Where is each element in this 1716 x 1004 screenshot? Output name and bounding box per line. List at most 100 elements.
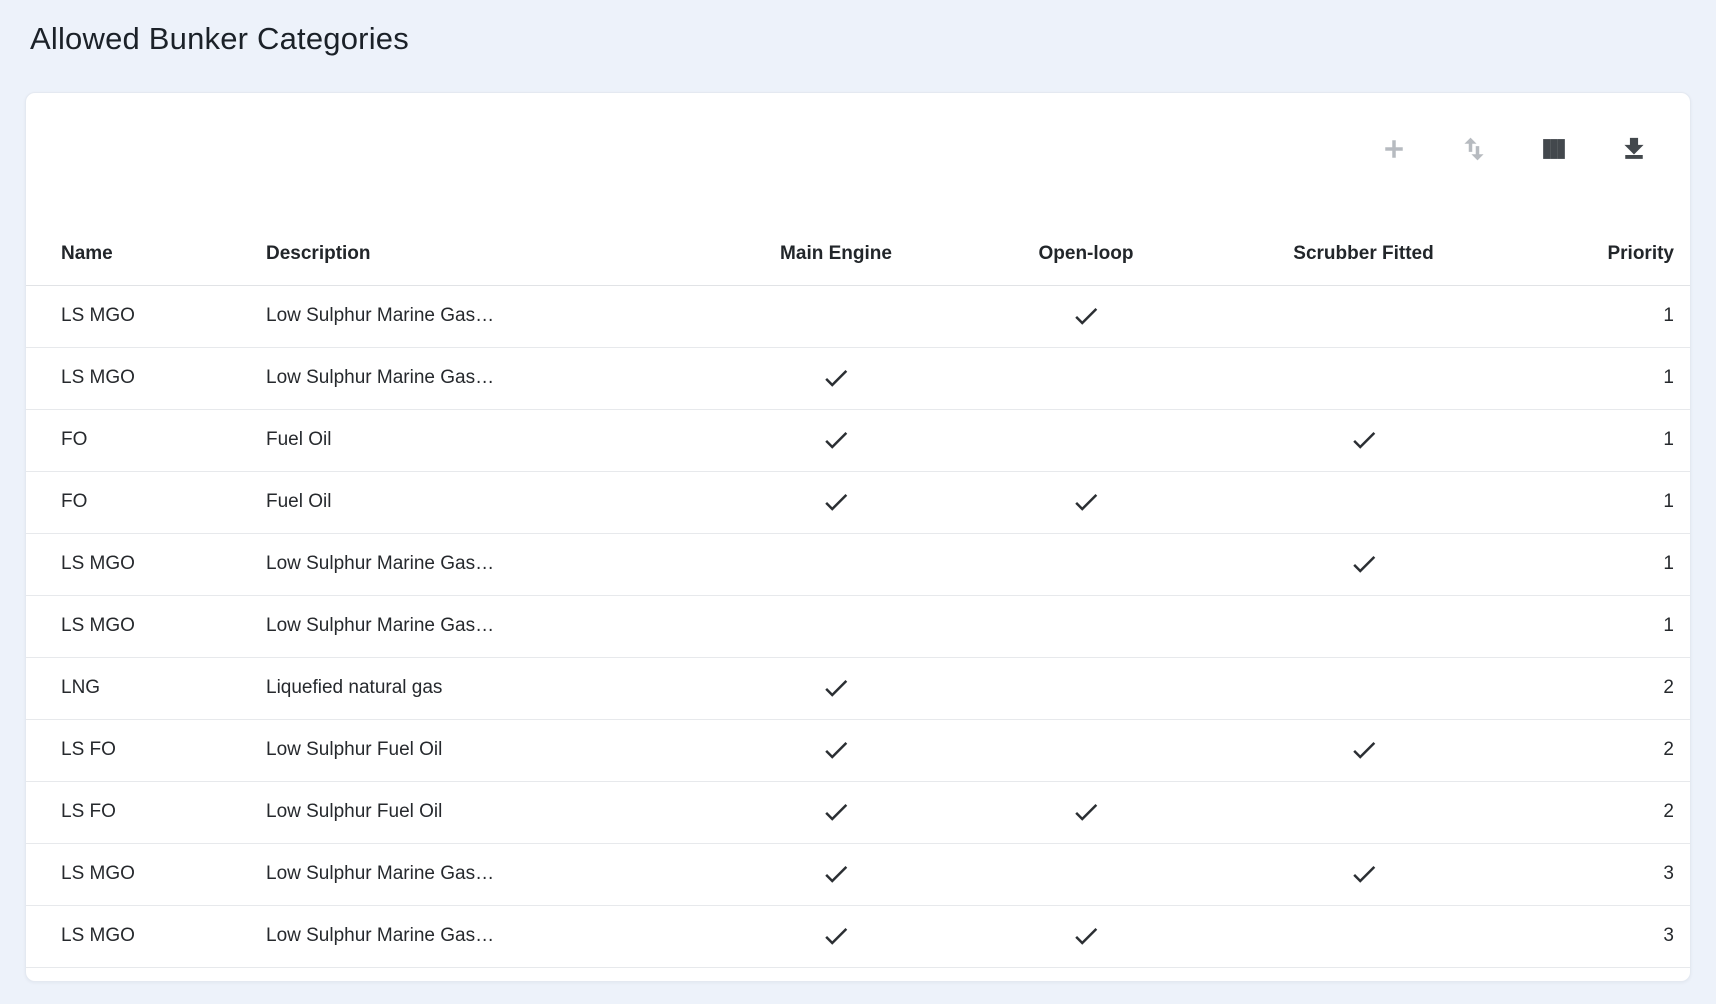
cell-open-loop[interactable] xyxy=(1001,595,1171,657)
table-row[interactable]: FO Fuel Oil 1 xyxy=(26,471,1690,533)
cell-description[interactable]: Low Sulphur Fuel Oil xyxy=(231,719,671,781)
cell-description[interactable]: Low Sulphur Marine Gas… xyxy=(231,595,671,657)
cell-priority[interactable]: 1 xyxy=(1556,595,1690,657)
download-button[interactable] xyxy=(1618,133,1650,165)
table-row[interactable]: LS MGO Low Sulphur Marine Gas… 3 xyxy=(26,905,1690,967)
cell-description[interactable]: Liquefied natural gas xyxy=(231,657,671,719)
cell-name[interactable]: FO xyxy=(26,471,231,533)
cell-scrubber-fitted[interactable] xyxy=(1171,843,1556,905)
cell-scrubber-fitted[interactable] xyxy=(1171,595,1556,657)
cell-open-loop[interactable] xyxy=(1001,905,1171,967)
cell-name[interactable]: LS FO xyxy=(26,781,231,843)
cell-open-loop[interactable] xyxy=(1001,285,1171,347)
cell-open-loop[interactable] xyxy=(1001,471,1171,533)
cell-priority[interactable]: 2 xyxy=(1556,719,1690,781)
cell-open-loop[interactable] xyxy=(1001,781,1171,843)
cell-description[interactable]: Fuel Oil xyxy=(231,471,671,533)
cell-description[interactable]: Low Sulphur Marine Gas… xyxy=(231,285,671,347)
cell-description[interactable]: Fuel Oil xyxy=(231,409,671,471)
cell-main-engine[interactable] xyxy=(671,905,1001,967)
view-columns-icon xyxy=(1540,135,1568,163)
cell-priority[interactable]: 1 xyxy=(1556,409,1690,471)
add-button[interactable] xyxy=(1378,133,1410,165)
cell-name[interactable]: LNG xyxy=(26,657,231,719)
check-icon xyxy=(821,673,851,703)
table-row[interactable]: LS MGO Low Sulphur Marine Gas… 1 xyxy=(26,285,1690,347)
cell-main-engine[interactable] xyxy=(671,781,1001,843)
cell-main-engine[interactable] xyxy=(671,471,1001,533)
cell-priority[interactable]: 1 xyxy=(1556,533,1690,595)
cell-main-engine[interactable] xyxy=(671,533,1001,595)
check-icon xyxy=(821,425,851,455)
cell-scrubber-fitted[interactable] xyxy=(1171,347,1556,409)
cell-scrubber-fitted[interactable] xyxy=(1171,905,1556,967)
cell-description[interactable]: Low Sulphur Marine Gas… xyxy=(231,905,671,967)
col-header-open-loop[interactable]: Open-loop xyxy=(1001,223,1171,285)
table-row[interactable]: FO Fuel Oil 1 xyxy=(26,409,1690,471)
cell-open-loop[interactable] xyxy=(1001,843,1171,905)
cell-scrubber-fitted[interactable] xyxy=(1171,285,1556,347)
cell-priority[interactable]: 2 xyxy=(1556,657,1690,719)
col-header-main-engine[interactable]: Main Engine xyxy=(671,223,1001,285)
cell-open-loop[interactable] xyxy=(1001,533,1171,595)
check-icon xyxy=(821,735,851,765)
cell-main-engine[interactable] xyxy=(671,719,1001,781)
cell-name[interactable]: LS MGO xyxy=(26,533,231,595)
cell-priority[interactable]: 3 xyxy=(1556,905,1690,967)
cell-name[interactable]: LS MGO xyxy=(26,595,231,657)
cell-name[interactable]: LS MGO xyxy=(26,843,231,905)
cell-description[interactable]: Low Sulphur Fuel Oil xyxy=(231,781,671,843)
table-row[interactable]: LS MGO Low Sulphur Marine Gas… 3 xyxy=(26,843,1690,905)
table-row[interactable]: LS MGO Low Sulphur Marine Gas… 1 xyxy=(26,595,1690,657)
cell-name[interactable]: LS MGO xyxy=(26,347,231,409)
cell-description[interactable]: Low Sulphur Marine Gas… xyxy=(231,347,671,409)
table-row[interactable]: LS MGO Low Sulphur Marine Gas… 1 xyxy=(26,533,1690,595)
cell-main-engine[interactable] xyxy=(671,595,1001,657)
cell-name[interactable]: LS MGO xyxy=(26,905,231,967)
cell-priority[interactable]: 2 xyxy=(1556,781,1690,843)
cell-scrubber-fitted[interactable] xyxy=(1171,781,1556,843)
columns-button[interactable] xyxy=(1538,133,1570,165)
col-header-priority[interactable]: Priority xyxy=(1556,223,1690,285)
col-header-scrubber-fitted[interactable]: Scrubber Fitted xyxy=(1171,223,1556,285)
check-icon xyxy=(1071,797,1101,827)
cell-scrubber-fitted[interactable] xyxy=(1171,533,1556,595)
cell-description[interactable]: Low Sulphur Marine Gas… xyxy=(231,843,671,905)
cell-main-engine[interactable] xyxy=(671,409,1001,471)
cell-description[interactable]: Low Sulphur Marine Gas… xyxy=(231,533,671,595)
cell-scrubber-fitted[interactable] xyxy=(1171,409,1556,471)
cell-name[interactable]: FO xyxy=(26,409,231,471)
check-icon xyxy=(1349,859,1379,889)
cell-name[interactable]: LS FO xyxy=(26,719,231,781)
cell-main-engine[interactable] xyxy=(671,285,1001,347)
cell-scrubber-fitted[interactable] xyxy=(1171,719,1556,781)
col-header-name[interactable]: Name xyxy=(26,223,231,285)
cell-main-engine[interactable] xyxy=(671,347,1001,409)
table-row[interactable]: LNG Liquefied natural gas 2 xyxy=(26,657,1690,719)
cell-open-loop[interactable] xyxy=(1001,719,1171,781)
check-icon xyxy=(1071,921,1101,951)
table-row[interactable]: LS FO Low Sulphur Fuel Oil 2 xyxy=(26,719,1690,781)
cell-name[interactable]: LS MGO xyxy=(26,285,231,347)
table-row[interactable]: LS FO Low Sulphur Fuel Oil 2 xyxy=(26,781,1690,843)
cell-scrubber-fitted[interactable] xyxy=(1171,471,1556,533)
cell-priority[interactable]: 1 xyxy=(1556,471,1690,533)
col-header-description[interactable]: Description xyxy=(231,223,671,285)
page-title: Allowed Bunker Categories xyxy=(0,0,1716,58)
cell-open-loop[interactable] xyxy=(1001,657,1171,719)
cell-main-engine[interactable] xyxy=(671,843,1001,905)
cell-priority[interactable]: 1 xyxy=(1556,347,1690,409)
check-icon xyxy=(821,921,851,951)
cell-scrubber-fitted[interactable] xyxy=(1171,657,1556,719)
check-icon xyxy=(821,363,851,393)
cell-open-loop[interactable] xyxy=(1001,347,1171,409)
cell-main-engine[interactable] xyxy=(671,657,1001,719)
import-export-icon xyxy=(1460,135,1488,163)
sort-button[interactable] xyxy=(1458,133,1490,165)
table-row[interactable]: LS MGO Low Sulphur Marine Gas… 1 xyxy=(26,347,1690,409)
cell-priority[interactable]: 3 xyxy=(1556,843,1690,905)
cell-open-loop[interactable] xyxy=(1001,409,1171,471)
check-icon xyxy=(1349,425,1379,455)
cell-priority[interactable]: 1 xyxy=(1556,285,1690,347)
table-header-row: Name Description Main Engine Open-loop S… xyxy=(26,223,1690,285)
